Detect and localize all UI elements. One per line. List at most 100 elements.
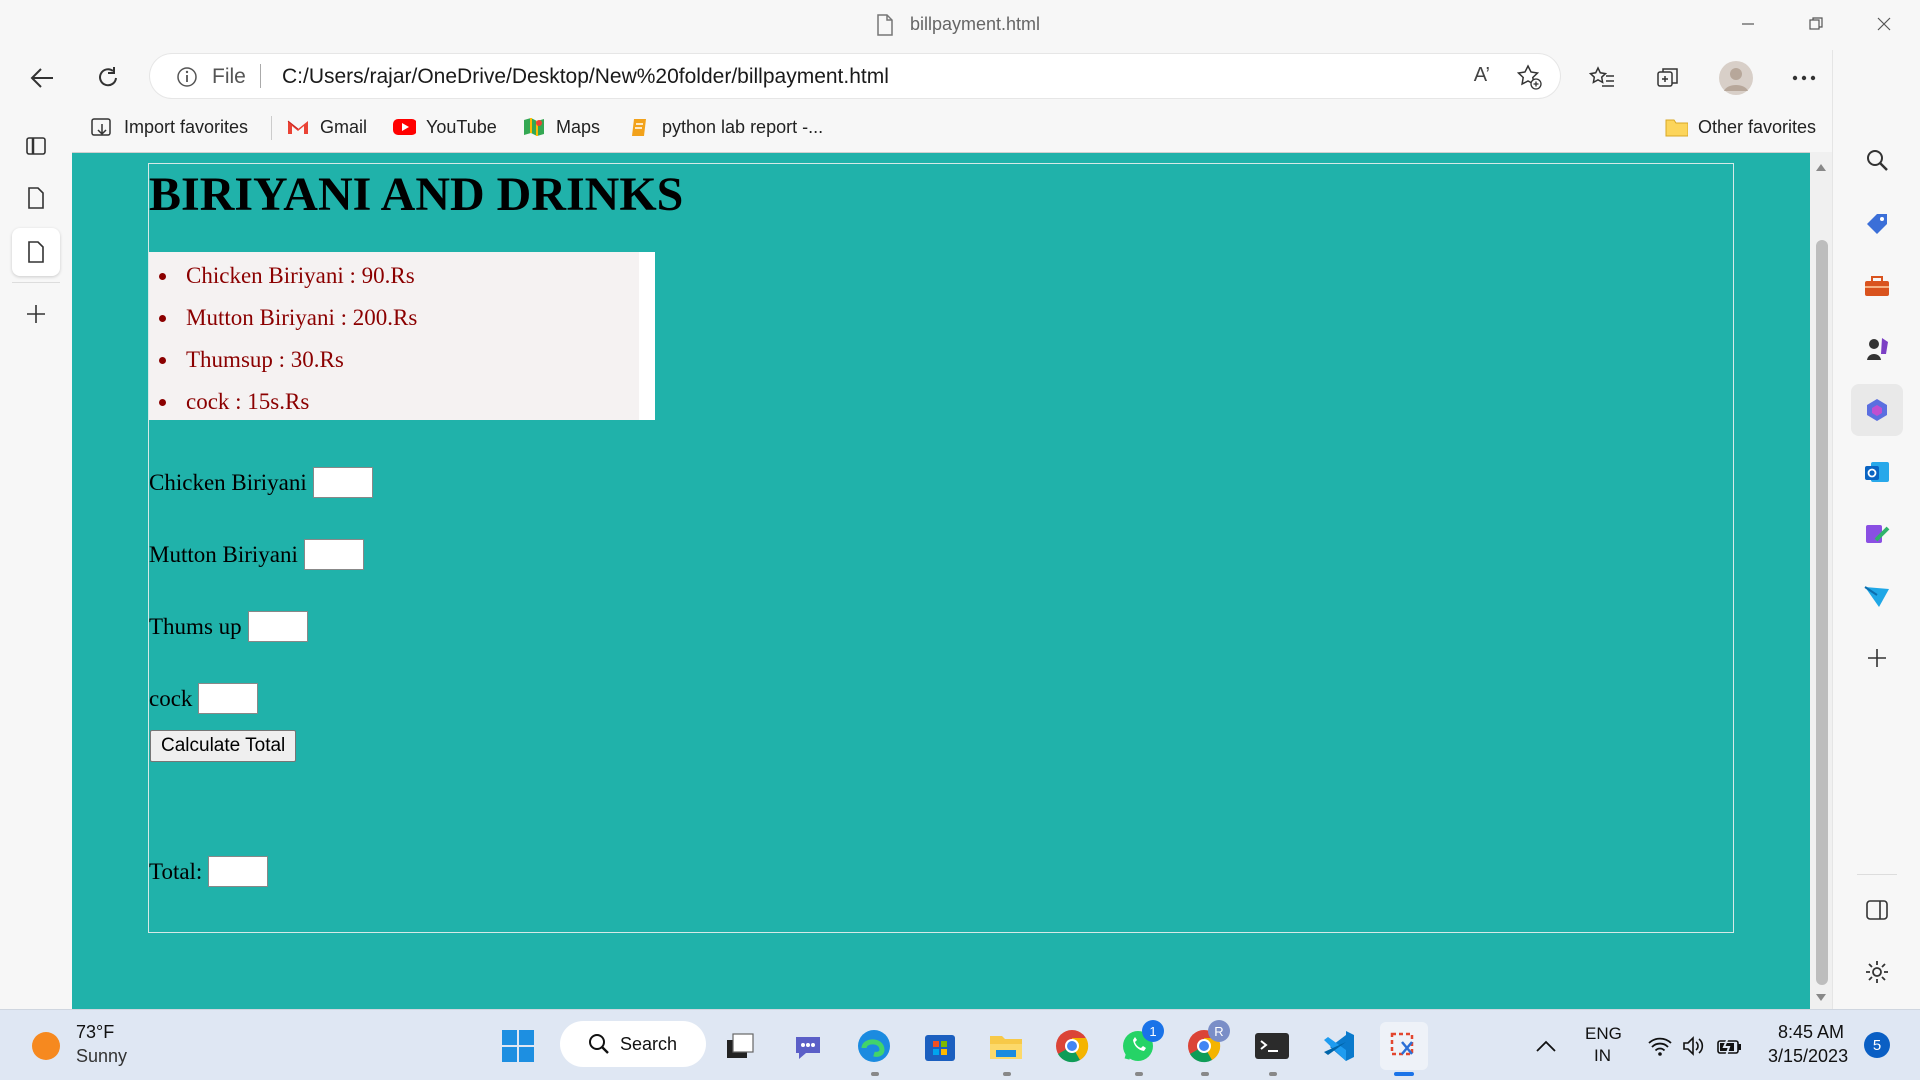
- total-row: Total:: [149, 856, 269, 887]
- favorites-icon[interactable]: [1582, 58, 1622, 98]
- menu-item: Mutton Biriyani : 200.Rs: [149, 300, 639, 342]
- notification-count-badge[interactable]: 5: [1864, 1032, 1890, 1058]
- chicken-biriyani-label: Chicken Biriyani: [149, 469, 307, 495]
- new-tab-icon[interactable]: [12, 290, 60, 338]
- sidebar-settings-icon[interactable]: [1851, 946, 1903, 998]
- other-favorites[interactable]: Other favorites: [1664, 114, 1816, 140]
- teams-chat-icon[interactable]: [784, 1022, 832, 1070]
- tab-active-page-icon[interactable]: [12, 228, 60, 276]
- thums-up-label: Thums up: [149, 613, 242, 639]
- edge-browser-icon[interactable]: [850, 1022, 898, 1070]
- info-icon[interactable]: [176, 66, 198, 88]
- minimize-button[interactable]: [1728, 10, 1768, 38]
- mutton-biriyani-label: Mutton Biriyani: [149, 541, 298, 567]
- chrome-icon[interactable]: [1048, 1022, 1096, 1070]
- add-favorite-icon[interactable]: [1516, 64, 1542, 90]
- running-indicator: [1135, 1072, 1143, 1076]
- windows-taskbar: 73°F Sunny Search 1 R ENG IN 8:45 AM 3/1…: [0, 1009, 1920, 1080]
- weather-condition[interactable]: Sunny: [76, 1046, 127, 1067]
- scroll-down-arrow-icon[interactable]: [1816, 994, 1826, 1001]
- sidebar-add-icon[interactable]: [1851, 632, 1903, 684]
- sidebar-hide-icon[interactable]: [1851, 884, 1903, 936]
- back-button[interactable]: [22, 58, 62, 98]
- snipping-tool-icon[interactable]: [1380, 1022, 1428, 1070]
- running-indicator: [1201, 1072, 1209, 1076]
- bill-form-container: BIRIYANI AND DRINKS Chicken Biriyani : 9…: [148, 163, 1734, 933]
- menu-item: Chicken Biriyani : 90.Rs: [149, 258, 639, 300]
- weather-temperature[interactable]: 73°F: [76, 1022, 114, 1043]
- sidebar-designer-icon[interactable]: [1851, 508, 1903, 560]
- title-bar: billpayment.html: [0, 0, 1920, 50]
- microsoft-store-icon[interactable]: [916, 1022, 964, 1070]
- clock-time[interactable]: 8:45 AM: [1778, 1022, 1844, 1043]
- gmail-icon: [286, 116, 310, 138]
- favorite-import[interactable]: Import favorites: [90, 114, 248, 140]
- thums-up-input[interactable]: [247, 611, 308, 642]
- scrollbar-thumb[interactable]: [1816, 240, 1828, 985]
- active-indicator: [1394, 1072, 1414, 1076]
- running-indicator: [1003, 1072, 1011, 1076]
- vscode-icon[interactable]: [1314, 1022, 1362, 1070]
- favorite-maps[interactable]: Maps: [522, 114, 600, 140]
- favorites-bar: Import favorites Gmail YouTube Maps pyth…: [72, 104, 1832, 150]
- sidebar-search-icon[interactable]: [1851, 134, 1903, 186]
- windows-start-icon[interactable]: [494, 1022, 542, 1070]
- read-aloud-icon[interactable]: A’: [1474, 64, 1490, 87]
- favorite-youtube[interactable]: YouTube: [392, 114, 497, 140]
- total-output[interactable]: [208, 856, 269, 887]
- chicken-biriyani-input[interactable]: [312, 467, 373, 498]
- navigation-bar: File C:/Users/rajar/OneDrive/Desktop/New…: [0, 50, 1920, 104]
- page-viewport: BIRIYANI AND DRINKS Chicken Biriyani : 9…: [72, 152, 1810, 1009]
- tab-divider: [12, 282, 60, 283]
- collections-icon[interactable]: [1648, 58, 1688, 98]
- running-indicator: [1269, 1072, 1277, 1076]
- sidebar-microsoft365-icon[interactable]: [1851, 384, 1903, 436]
- calculate-total-button[interactable]: Calculate Total: [150, 730, 297, 762]
- favorite-label: python lab report -...: [662, 116, 824, 137]
- running-indicator: [871, 1072, 879, 1076]
- language-primary[interactable]: ENG: [1585, 1024, 1622, 1044]
- address-bar[interactable]: File C:/Users/rajar/OneDrive/Desktop/New…: [150, 54, 1560, 98]
- language-secondary[interactable]: IN: [1594, 1046, 1611, 1066]
- battery-icon[interactable]: [1706, 1022, 1754, 1070]
- window-title: billpayment.html: [910, 14, 1041, 34]
- profile-avatar[interactable]: [1716, 58, 1756, 98]
- sidebar-tools-icon[interactable]: [1851, 260, 1903, 312]
- document-icon: [877, 14, 893, 36]
- task-view-icon[interactable]: [716, 1022, 764, 1070]
- sidebar-games-icon[interactable]: [1851, 322, 1903, 374]
- tab-page-icon[interactable]: [12, 174, 60, 222]
- sidebar-divider: [1857, 874, 1897, 875]
- sidebar-send-icon[interactable]: [1851, 570, 1903, 622]
- chicken-row: Chicken Biriyani: [149, 467, 373, 498]
- refresh-button[interactable]: [88, 58, 128, 98]
- cock-label: cock: [149, 685, 193, 711]
- mutton-biriyani-input[interactable]: [303, 539, 364, 570]
- scroll-up-arrow-icon[interactable]: [1816, 164, 1826, 171]
- page-scrollbar[interactable]: [1810, 152, 1832, 1009]
- sidebar-shopping-icon[interactable]: [1851, 198, 1903, 250]
- cock-input[interactable]: [198, 683, 259, 714]
- close-button[interactable]: [1864, 10, 1904, 38]
- favorite-gmail[interactable]: Gmail: [286, 114, 367, 140]
- more-options-icon[interactable]: [1784, 58, 1824, 98]
- show-hidden-icons-icon[interactable]: [1522, 1022, 1570, 1070]
- terminal-icon[interactable]: [1248, 1022, 1296, 1070]
- total-label: Total:: [149, 858, 203, 884]
- favorites-divider: [271, 116, 272, 140]
- tab-actions-icon[interactable]: [12, 122, 60, 170]
- file-explorer-icon[interactable]: [982, 1022, 1030, 1070]
- whatsapp-badge: 1: [1142, 1020, 1164, 1042]
- url-text[interactable]: C:/Users/rajar/OneDrive/Desktop/New%20fo…: [282, 65, 889, 89]
- chrome-profile-badge: R: [1208, 1020, 1230, 1042]
- restore-button[interactable]: [1796, 10, 1836, 38]
- cock-row: cock: [149, 683, 259, 714]
- folder-icon: [1664, 116, 1688, 138]
- favorite-label: Maps: [556, 116, 601, 137]
- taskbar-search-box[interactable]: Search: [560, 1021, 706, 1067]
- edge-sidebar: [1832, 50, 1920, 1009]
- weather-sun-icon[interactable]: [22, 1022, 70, 1070]
- clock-date[interactable]: 3/15/2023: [1768, 1046, 1848, 1067]
- favorite-python-report[interactable]: python lab report -...: [628, 114, 823, 140]
- sidebar-outlook-icon[interactable]: [1851, 446, 1903, 498]
